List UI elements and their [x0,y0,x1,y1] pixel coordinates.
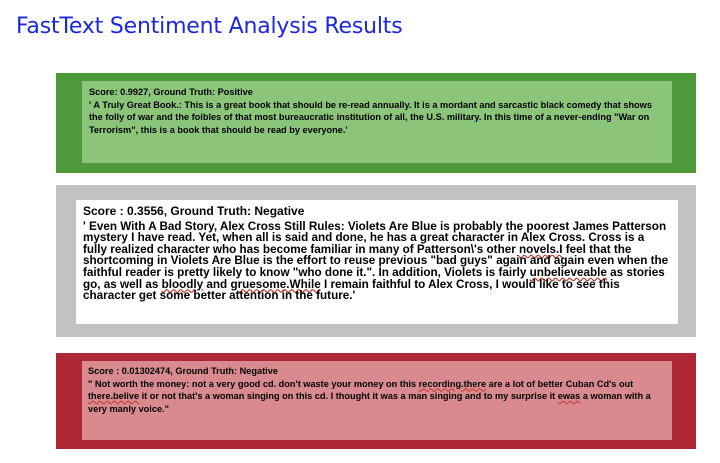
misspelled-word: there.belive [88,391,140,402]
misspelled-word: ewas [557,391,581,402]
review-text: ' A Truly Great Book.: This is a great b… [89,99,652,135]
review-segment: it or not that's a woman singing on this… [139,391,558,402]
score-line: Score : 0.3556, Ground Truth: Negative [83,204,305,218]
review-text: ' Even With A Bad Story, Alex Cross Stil… [83,220,671,302]
score-line: Score : 0.01302474, Ground Truth: Negati… [88,366,278,376]
result-panel-negative: Score : 0.01302474, Ground Truth: Negati… [56,353,696,449]
result-panel-neutral: Score : 0.3556, Ground Truth: Negative '… [56,185,696,337]
review-segment: " Not worth the money: not a very good c… [88,378,419,389]
review-text: " Not worth the money: not a very good c… [88,378,666,416]
review-segment: are a lot of better Cuban Cd's out [486,378,634,389]
misspelled-word: recording.there [418,378,487,389]
page-title: FastText Sentiment Analysis Results [16,14,403,39]
result-card: Score: 0.9927, Ground Truth: Positive ' … [82,81,672,163]
score-line: Score: 0.9927, Ground Truth: Positive [89,87,253,97]
result-card: Score : 0.01302474, Ground Truth: Negati… [82,361,672,440]
result-panel-positive: Score: 0.9927, Ground Truth: Positive ' … [56,73,696,173]
result-card: Score : 0.3556, Ground Truth: Negative '… [76,200,678,324]
